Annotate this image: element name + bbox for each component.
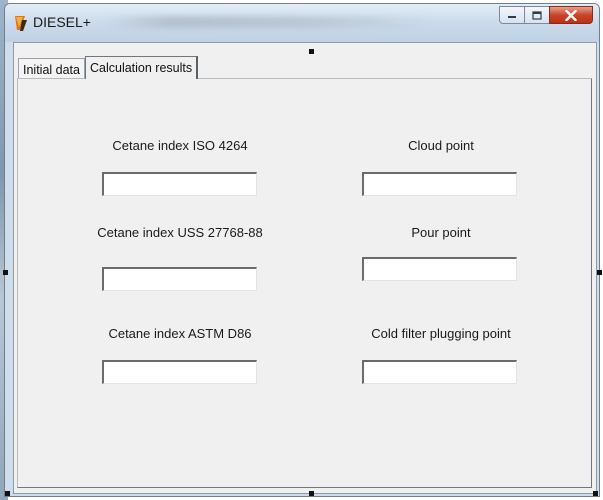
pour-point-field[interactable] (362, 257, 517, 281)
resize-handle-right[interactable] (597, 270, 602, 275)
resize-handle-bottom-right[interactable] (593, 491, 598, 496)
minimize-button[interactable] (499, 6, 525, 24)
pour-point-label: Pour point (411, 225, 471, 240)
cfpp-label: Cold filter plugging point (371, 326, 511, 341)
caption-buttons (499, 6, 593, 26)
title-bar[interactable]: DIESEL+ (5, 4, 599, 42)
title-bar-blur (105, 16, 435, 28)
cfpp-field[interactable] (362, 360, 517, 384)
tab-strip: Initial data Calculation results (18, 56, 199, 79)
cetane-uss-label: Cetane index USS 27768-88 (97, 225, 263, 240)
fire-app-icon (15, 16, 27, 31)
calculation-results-panel: Cetane index ISO 4264 Cetane index USS 2… (17, 78, 592, 488)
resize-handle-bottom-left[interactable] (5, 491, 10, 496)
resize-handle-left[interactable] (3, 270, 8, 275)
cetane-uss-field[interactable] (102, 267, 257, 291)
cetane-astm-field[interactable] (102, 360, 257, 384)
minimize-icon (508, 16, 516, 18)
resize-handle-bottom[interactable] (309, 491, 314, 496)
close-button[interactable] (549, 6, 593, 24)
tab-initial-data[interactable]: Initial data (18, 58, 85, 79)
cetane-iso-field[interactable] (102, 172, 257, 196)
maximize-button[interactable] (524, 6, 550, 24)
cetane-iso-label: Cetane index ISO 4264 (112, 138, 248, 153)
resize-handle-top[interactable] (309, 49, 314, 54)
app-window: DIESEL+ Initial data Calculation results… (4, 3, 600, 497)
close-icon (565, 9, 577, 21)
cetane-astm-label: Cetane index ASTM D86 (108, 326, 252, 341)
tab-calculation-results[interactable]: Calculation results (84, 56, 199, 79)
window-title: DIESEL+ (33, 14, 91, 30)
maximize-icon (532, 10, 542, 20)
client-area: Initial data Calculation results Cetane … (13, 42, 597, 494)
cloud-point-field[interactable] (362, 172, 517, 196)
cloud-point-label: Cloud point (408, 138, 474, 153)
